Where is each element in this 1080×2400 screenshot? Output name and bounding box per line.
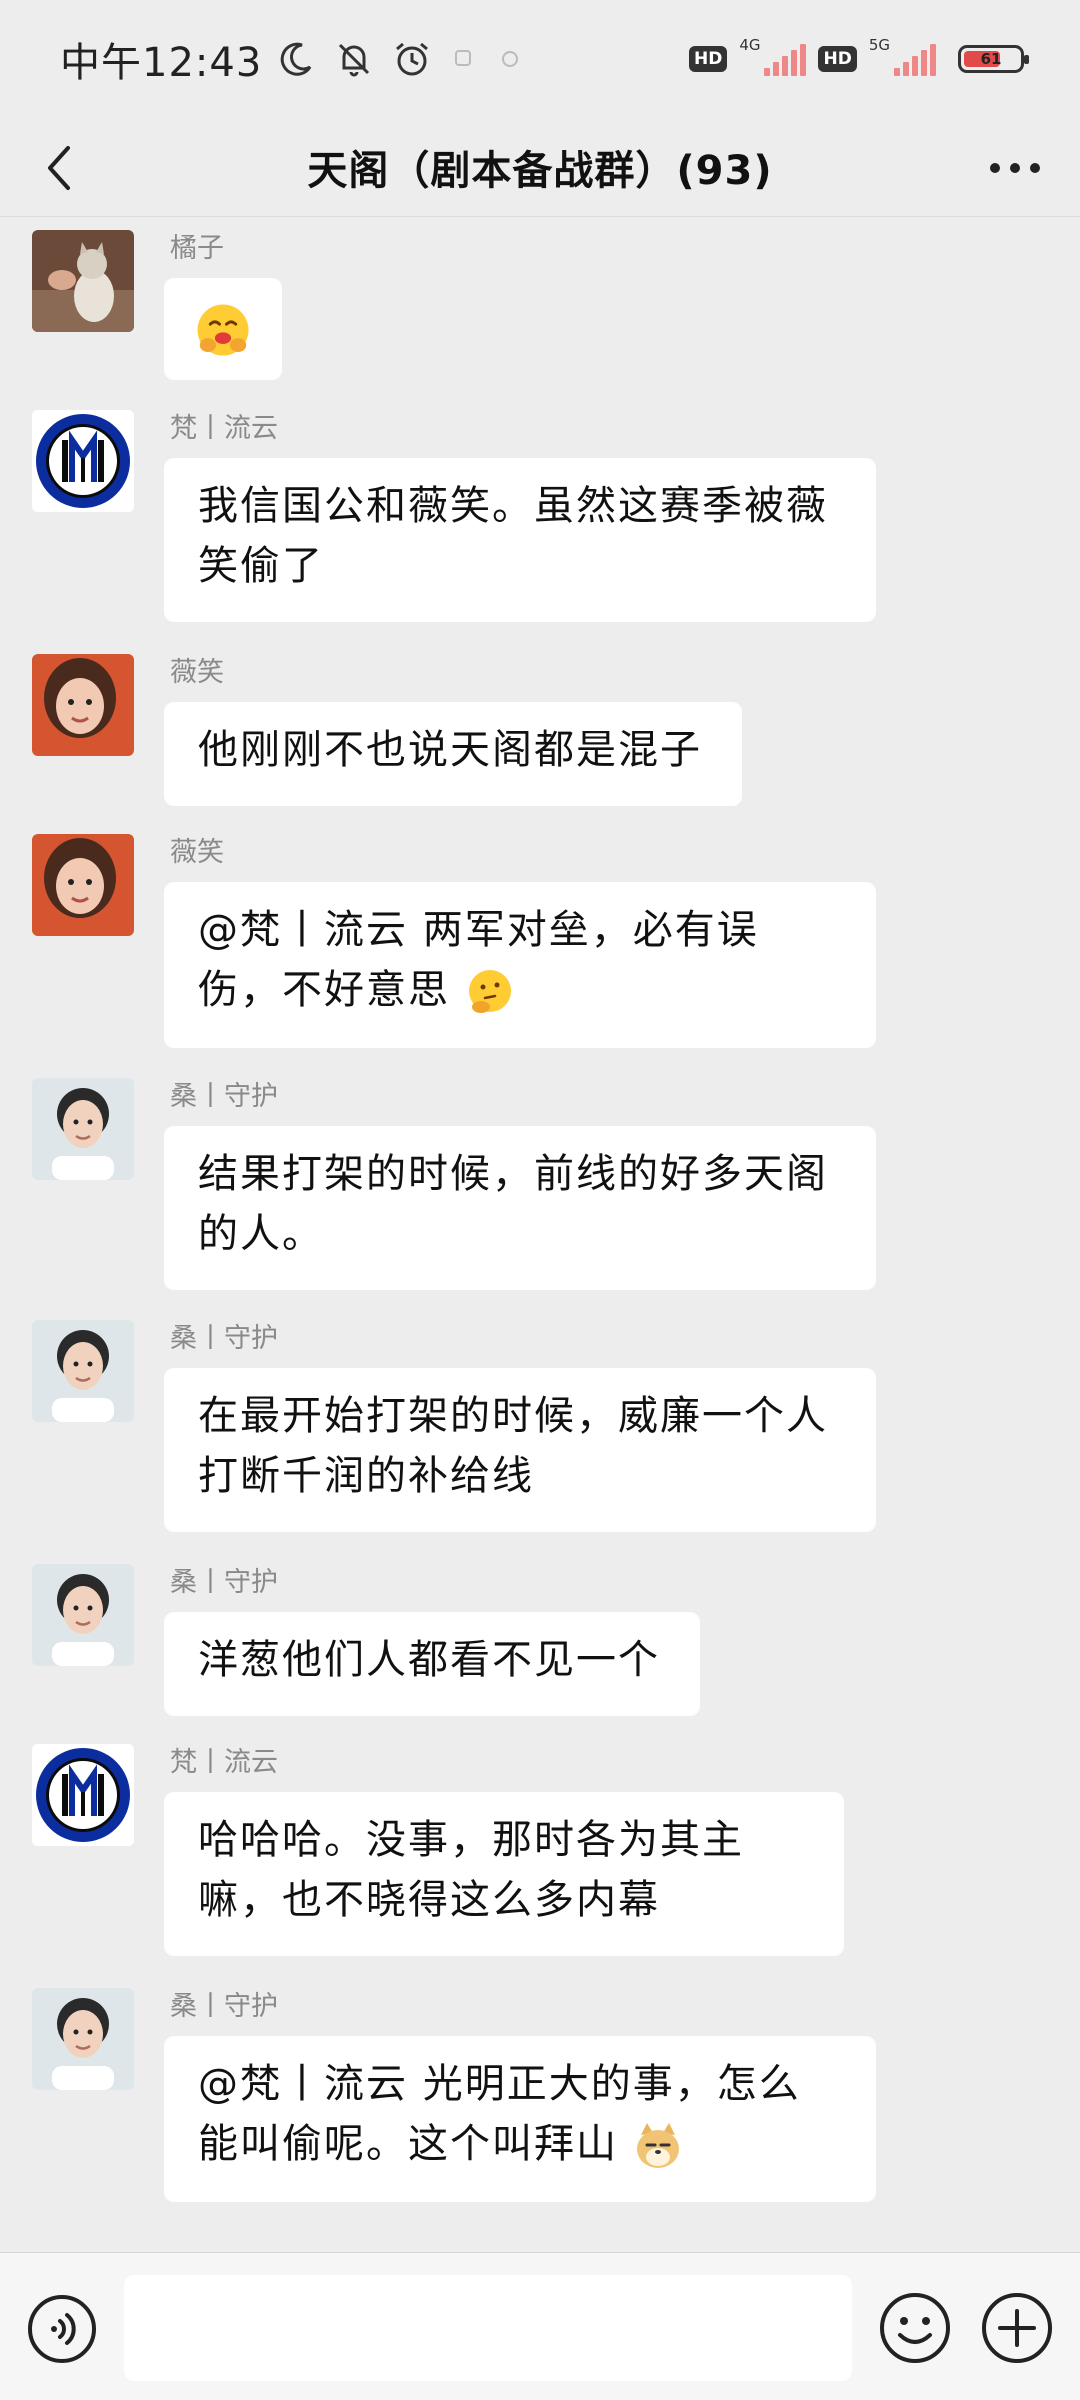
woman-avatar-icon	[32, 834, 134, 936]
alarm-icon	[396, 42, 429, 76]
thinking-emoji	[468, 970, 511, 1013]
smile-hands-emoji	[197, 304, 249, 356]
mute-bell-icon	[339, 43, 370, 77]
man-avatar-icon	[32, 1564, 134, 1666]
divider	[0, 216, 1080, 217]
message-input[interactable]	[124, 2275, 852, 2381]
sender-name: 薇笑	[170, 657, 224, 688]
avatar[interactable]	[32, 1564, 134, 1666]
doge-emoji	[636, 2123, 679, 2168]
avatar[interactable]	[32, 1078, 134, 1180]
network-type: 5G	[868, 36, 890, 54]
avatar[interactable]	[32, 1744, 134, 1846]
status-icons-left	[276, 39, 524, 79]
signal-icon	[764, 42, 807, 76]
cat-avatar-icon	[32, 230, 134, 332]
network-type: 4G	[739, 36, 761, 54]
sender-name: 桑丨守护	[170, 1991, 278, 2022]
sender-name: 薇笑	[170, 837, 224, 868]
chevron-left-icon	[48, 146, 70, 190]
status-bar: 中午12:43 HD 4G HD 5G 61	[0, 0, 1080, 118]
inter-logo-avatar-icon	[32, 410, 134, 512]
man-avatar-icon	[32, 1078, 134, 1180]
battery-level: 61	[980, 50, 1002, 68]
emoji-icon[interactable]	[878, 2291, 952, 2365]
avatar[interactable]	[32, 654, 134, 756]
avatar[interactable]	[32, 834, 134, 936]
back-button[interactable]	[28, 136, 92, 200]
chat-title: 天阁（剧本备战群）(93)	[307, 148, 773, 194]
message-bubble[interactable]: 结果打架的时候，前线的好多天阁的人。	[164, 1126, 876, 1290]
hd-badge: HD	[818, 46, 857, 72]
input-bar	[0, 2252, 1080, 2400]
more-options-button[interactable]	[980, 136, 1050, 200]
man-avatar-icon	[32, 1988, 134, 2090]
more-dots-icon	[990, 163, 1040, 173]
sender-name: 桑丨守护	[170, 1567, 278, 1598]
message-bubble[interactable]: 洋葱他们人都看不见一个	[164, 1612, 700, 1716]
avatar[interactable]	[32, 410, 134, 512]
plus-icon[interactable]	[980, 2291, 1054, 2365]
message-bubble[interactable]: 他刚刚不也说天阁都是混子	[164, 702, 742, 806]
notification-icon	[455, 50, 472, 66]
status-time: 中午12:43	[60, 40, 263, 86]
avatar[interactable]	[32, 230, 134, 332]
man-avatar-icon	[32, 1320, 134, 1422]
sender-name: 梵丨流云	[170, 413, 278, 444]
sender-name: 橘子	[170, 233, 224, 264]
inter-logo-avatar-icon	[32, 1744, 134, 1846]
message-bubble[interactable]: @梵丨流云 两军对垒，必有误伤，不好意思	[164, 882, 876, 1048]
message-text: @梵丨流云 光明正大的事，怎么能叫偷呢。这个叫拜山	[198, 2061, 801, 2167]
voice-icon[interactable]	[26, 2293, 98, 2365]
sender-name: 桑丨守护	[170, 1081, 278, 1112]
sender-name: 桑丨守护	[170, 1323, 278, 1354]
message-list[interactable]: 橘子 梵丨流云 我信国公和薇笑。虽然这赛季被薇笑偷了 薇笑 他刚刚不也说天阁都是…	[0, 218, 1080, 2248]
chat-header: 天阁（剧本备战群）(93)	[0, 118, 1080, 216]
sender-name: 梵丨流云	[170, 1747, 278, 1778]
message-bubble[interactable]: 在最开始打架的时候，威廉一个人打断千润的补给线	[164, 1368, 876, 1532]
status-icons-right: HD 4G HD 5G 61	[688, 36, 1029, 76]
signal-icon	[894, 42, 936, 76]
message-bubble[interactable]: @梵丨流云 光明正大的事，怎么能叫偷呢。这个叫拜山	[164, 2036, 876, 2202]
battery-icon: 61	[958, 45, 1029, 73]
message-bubble[interactable]: 我信国公和薇笑。虽然这赛季被薇笑偷了	[164, 458, 876, 622]
avatar[interactable]	[32, 1320, 134, 1422]
message-bubble[interactable]: 哈哈哈。没事，那时各为其主嘛，也不晓得这么多内幕	[164, 1792, 844, 1956]
notification-icon	[502, 51, 519, 67]
hd-badge: HD	[688, 46, 728, 72]
moon-icon	[280, 42, 312, 76]
woman-avatar-icon	[32, 654, 134, 756]
message-bubble[interactable]	[164, 278, 282, 380]
avatar[interactable]	[32, 1988, 134, 2090]
